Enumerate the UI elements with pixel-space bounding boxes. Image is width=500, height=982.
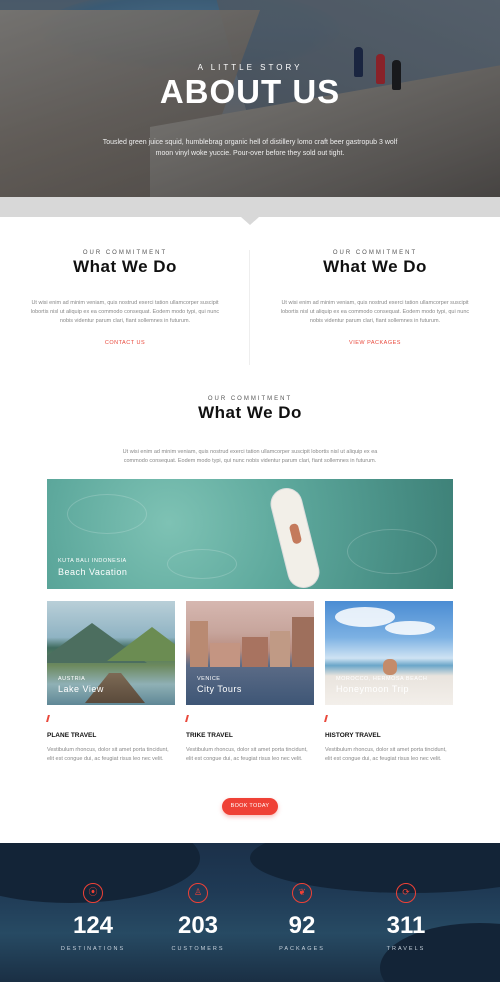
feature-title: HISTORY TRAVEL (325, 732, 381, 739)
map-pin-icon: ⦿ (83, 883, 103, 903)
accent-mark (324, 715, 328, 722)
card-title: Lake View (58, 684, 104, 694)
feature-trike-travel: TRIKE TRAVEL Vestibulum rhoncus, dolor s… (185, 715, 316, 764)
water-ripple (167, 549, 237, 579)
stat-number: 311 (386, 912, 426, 939)
stat-number: 92 (288, 912, 316, 939)
section-text: Ut wisi enim ad minim veniam, quis nostr… (280, 300, 470, 324)
section-heading: What We Do (73, 257, 177, 276)
water-ripple (67, 494, 147, 534)
stat-packages: ❦ 92 PACKAGES (257, 883, 347, 952)
section-heading: What We Do (323, 257, 427, 276)
building-shape (270, 631, 290, 667)
couple-figure (383, 659, 397, 675)
customer-icon: ♙ (188, 883, 208, 903)
lake-view-card[interactable]: AUSTRIA Lake View (47, 601, 175, 705)
commitment-column-right: OUR COMMITMENT What We Do Ut wisi enim a… (250, 250, 500, 349)
travel-cycle-icon: ⟳ (396, 883, 416, 903)
stat-label: CUSTOMERS (171, 946, 225, 952)
section-heading: What We Do (198, 403, 302, 422)
feature-text: Vestibulum rhoncus, dolor sit amet porta… (186, 747, 308, 762)
water-ripple (347, 529, 437, 574)
stat-travels: ⟳ 311 TRAVELS (361, 883, 451, 952)
feature-text: Vestibulum rhoncus, dolor sit amet porta… (47, 747, 169, 762)
stat-label: PACKAGES (279, 946, 325, 952)
feature-plane-travel: PLANE TRAVEL Vestibulum rhoncus, dolor s… (46, 715, 177, 764)
feature-title: PLANE TRAVEL (47, 732, 97, 739)
stat-customers: ♙ 203 CUSTOMERS (153, 883, 243, 952)
feature-text: Vestibulum rhoncus, dolor sit amet porta… (325, 747, 447, 762)
building-shape (190, 621, 208, 667)
cloud-shape (335, 607, 395, 627)
hero-title: ABOUT US (159, 73, 341, 110)
city-tours-card[interactable]: VENICE City Tours (186, 601, 314, 705)
stat-number: 203 (177, 912, 219, 939)
hero-section: A LITTLE STORY ABOUT US Tousled green ju… (0, 0, 500, 197)
section-kicker: OUR COMMITMENT (82, 250, 168, 256)
building-shape (210, 643, 240, 667)
feature-history-travel: HISTORY TRAVEL Vestibulum rhoncus, dolor… (324, 715, 455, 764)
mountain-shape (107, 627, 175, 661)
view-packages-link[interactable]: VIEW PACKAGES (349, 340, 401, 346)
section-text: Ut wisi enim ad minim veniam, quis nostr… (30, 300, 220, 324)
card-location: VENICE (197, 676, 221, 682)
stat-label: TRAVELS (386, 946, 426, 952)
beach-vacation-card[interactable]: KUTA BALI INDONESIA Beach Vacation (47, 479, 453, 589)
book-today-button[interactable]: BOOK TODAY (222, 798, 278, 815)
feature-title: TRIKE TRAVEL (186, 732, 233, 739)
building-shape (242, 637, 268, 667)
section-kicker: OUR COMMITMENT (207, 396, 293, 402)
contact-us-link[interactable]: CONTACT US (105, 340, 145, 346)
card-location: KUTA BALI INDONESIA (58, 558, 127, 564)
hero-bottom-band (0, 197, 500, 217)
stats-section: ⦿ 124 DESTINATIONS ♙ 203 CUSTOMERS ❦ 92 … (0, 843, 500, 982)
paddleboard (267, 484, 323, 589)
card-title: Honeymoon Trip (336, 684, 410, 694)
honeymoon-trip-card[interactable]: MOROCCO, HERMOSA BEACH Honeymoon Trip (325, 601, 453, 705)
hero-kicker: A LITTLE STORY (197, 63, 303, 72)
section-text: Ut wisi enim ad minim veniam, quis nostr… (122, 449, 378, 464)
stat-destinations: ⦿ 124 DESTINATIONS (48, 883, 138, 952)
accent-mark (46, 715, 50, 722)
card-location: MOROCCO, HERMOSA BEACH (336, 676, 428, 682)
commitment-center: OUR COMMITMENT What We Do Ut wisi enim a… (0, 396, 500, 466)
card-location: AUSTRIA (58, 676, 86, 682)
section-kicker: OUR COMMITMENT (332, 250, 418, 256)
cloud-shape (385, 621, 435, 635)
accent-mark (185, 715, 189, 722)
hero-description: Tousled green juice squid, humblebrag or… (102, 139, 398, 157)
stat-label: DESTINATIONS (60, 946, 126, 952)
stat-number: 124 (72, 912, 114, 939)
card-title: City Tours (197, 684, 242, 694)
building-shape (292, 617, 314, 667)
commitment-column-left: OUR COMMITMENT What We Do Ut wisi enim a… (0, 250, 250, 349)
band-arrow (241, 217, 259, 225)
card-title: Beach Vacation (58, 567, 128, 577)
leaf-icon: ❦ (292, 883, 312, 903)
